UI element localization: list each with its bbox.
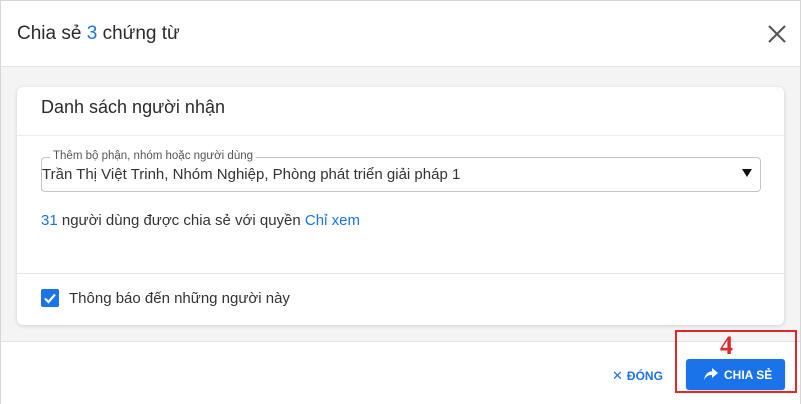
close-dialog-label: ĐÓNG xyxy=(626,369,663,383)
close-icon xyxy=(768,25,786,43)
title-prefix: Chia sẻ xyxy=(17,23,82,44)
chevron-down-icon xyxy=(742,169,752,177)
permission-link[interactable]: Chỉ xem xyxy=(305,212,360,229)
recipients-card: Danh sách người nhận Thêm bộ phận, nhóm … xyxy=(17,87,784,325)
divider xyxy=(17,135,784,136)
notify-checkbox[interactable] xyxy=(41,289,59,307)
section-title: Danh sách người nhận xyxy=(41,97,225,117)
recipients-select[interactable]: Thêm bộ phận, nhóm hoặc người dùng Trần … xyxy=(41,150,761,192)
share-summary: 31 người dùng được chia sẻ với quyền Chỉ… xyxy=(41,212,360,229)
divider xyxy=(17,273,784,274)
dialog-header: Chia sẻ 3 chứng từ xyxy=(1,1,800,67)
annotation-step-number: 4 xyxy=(720,331,733,360)
recipients-select-value: Trần Thị Việt Trinh, Nhóm Nghiệp, Phòng … xyxy=(42,166,461,183)
notify-label: Thông báo đến những người này xyxy=(69,290,290,307)
title-count: 3 xyxy=(86,23,98,44)
close-button[interactable] xyxy=(764,21,790,47)
annotation-highlight xyxy=(675,330,797,393)
dialog-title: Chia sẻ 3 chứng từ xyxy=(17,23,180,45)
close-x-icon: ✕ xyxy=(612,368,623,383)
share-count: 31 xyxy=(41,212,58,229)
share-text: người dùng được chia sẻ với quyền xyxy=(61,212,301,229)
recipients-select-label: Thêm bộ phận, nhóm hoặc người dùng xyxy=(50,150,257,162)
title-suffix: chứng từ xyxy=(102,23,180,44)
close-dialog-button[interactable]: ✕ ĐÓNG xyxy=(612,368,663,386)
check-icon xyxy=(44,293,56,304)
